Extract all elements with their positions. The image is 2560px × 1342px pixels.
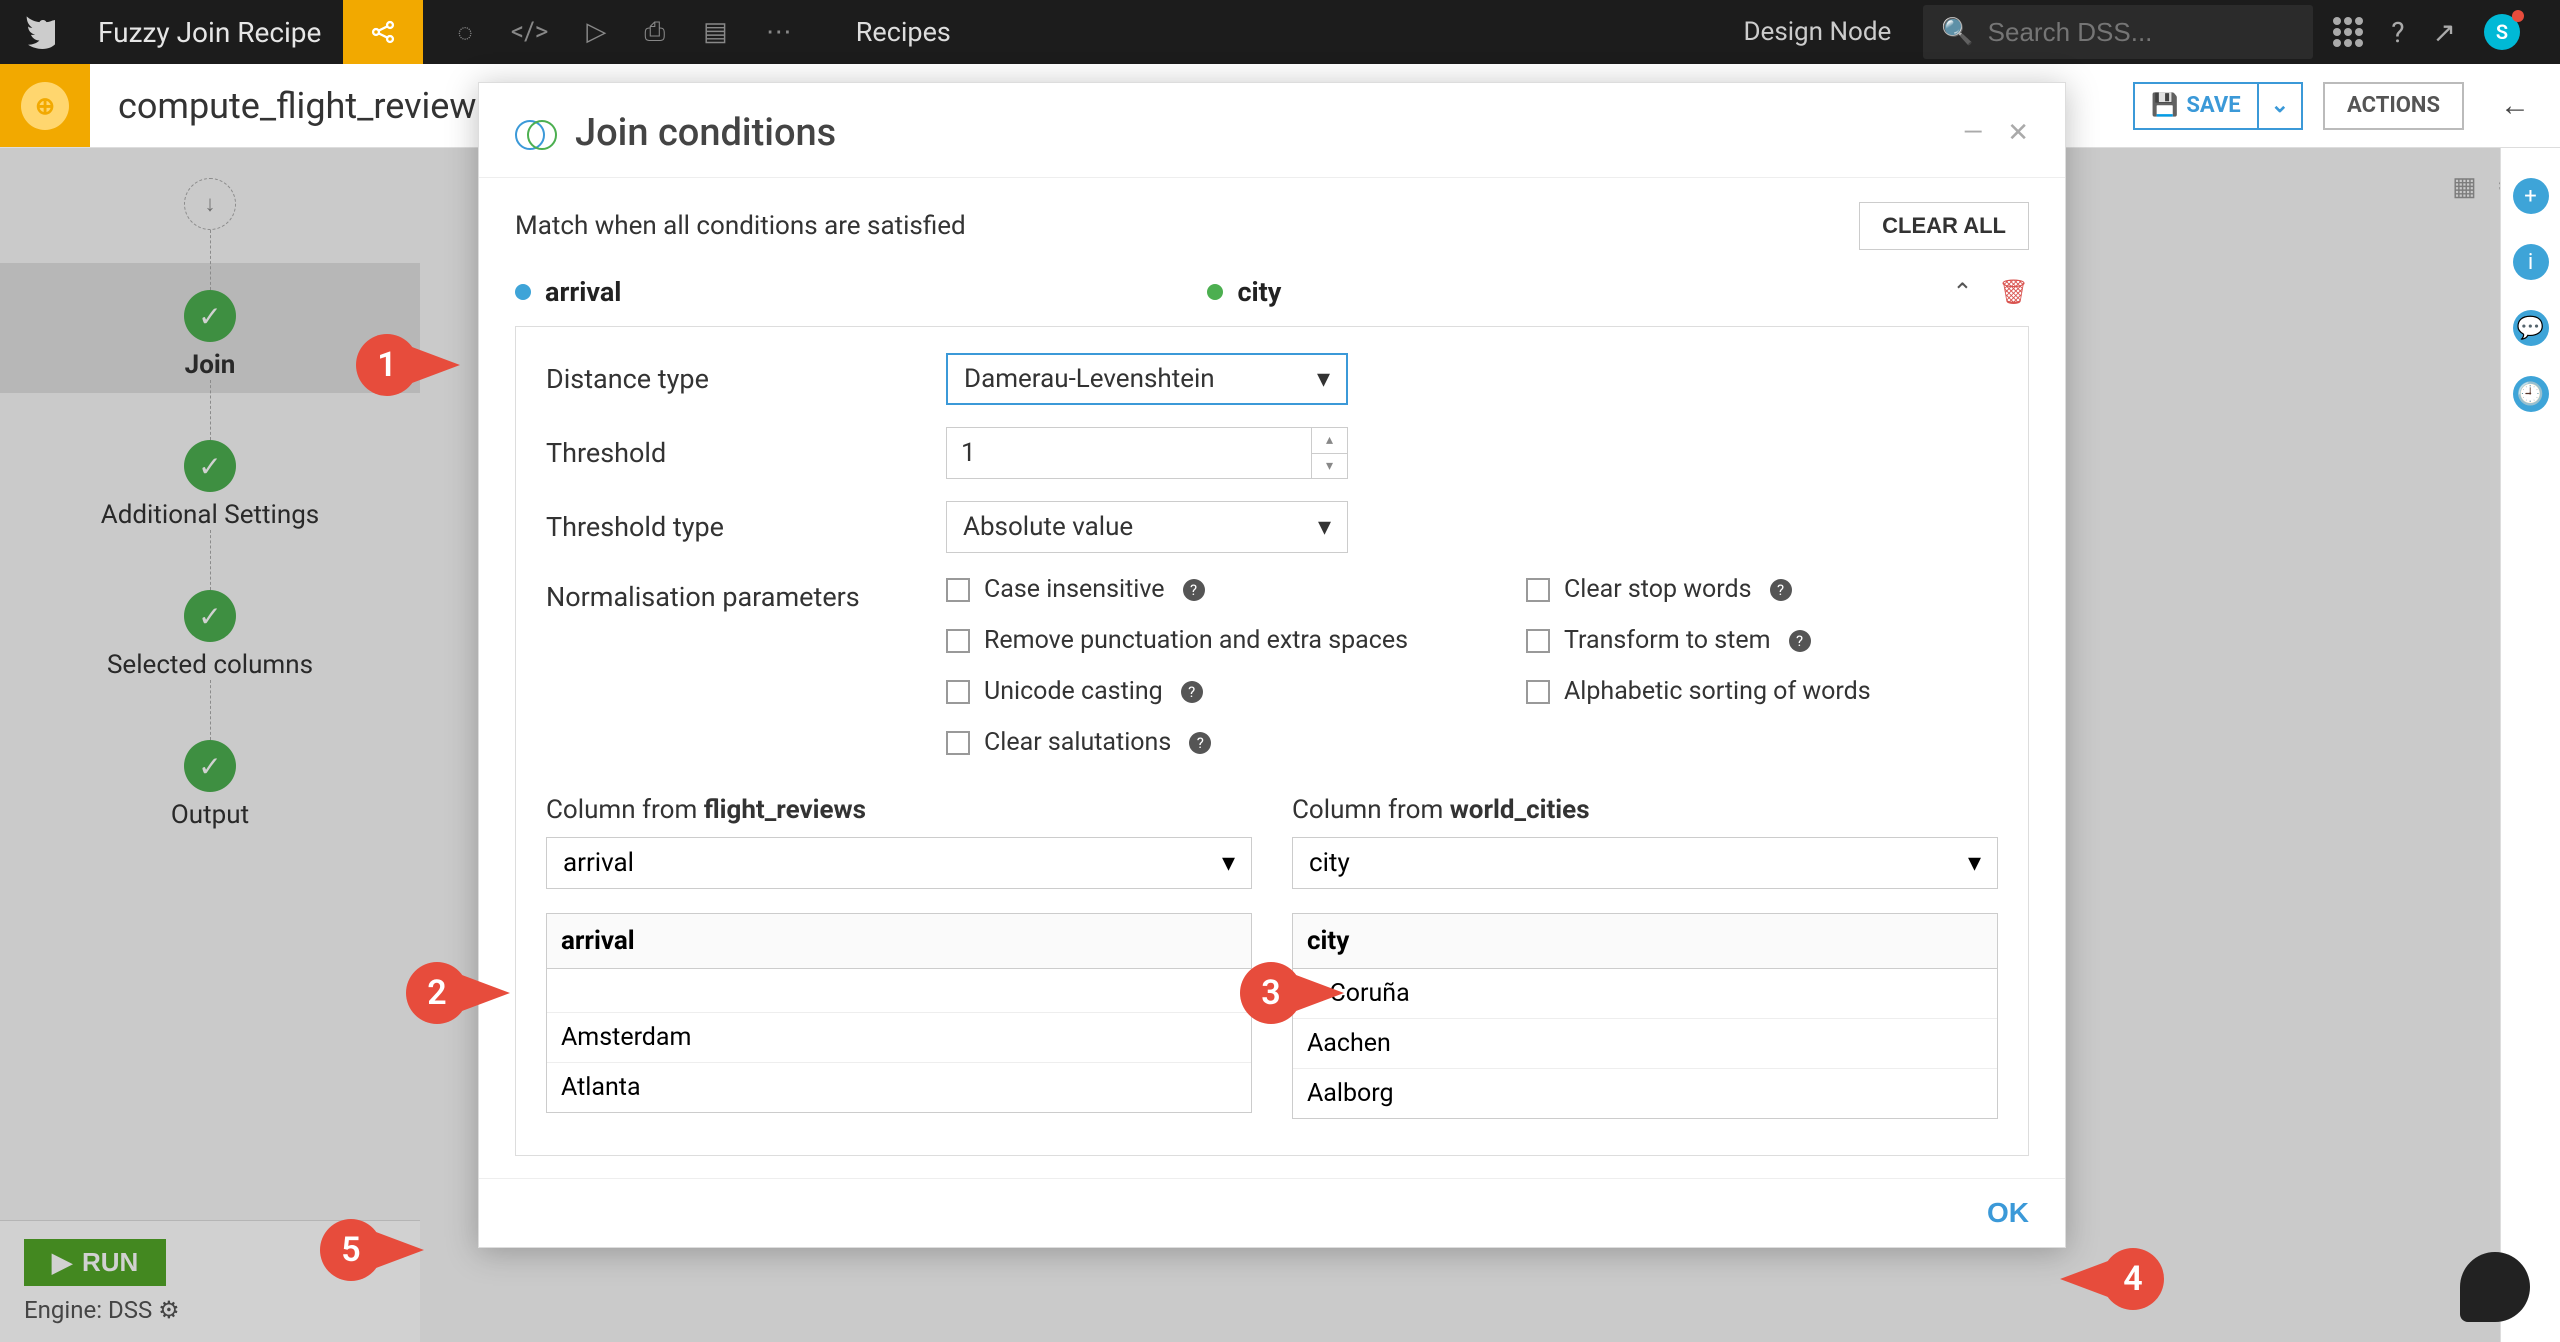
table-row: Amsterdam: [547, 1013, 1251, 1063]
rail-chat-icon[interactable]: 💬: [2513, 310, 2549, 346]
user-avatar[interactable]: S: [2484, 14, 2520, 50]
clear-all-button[interactable]: CLEAR ALL: [1859, 202, 2029, 250]
chevron-down-icon: ▾: [1317, 364, 1330, 394]
delete-condition-icon[interactable]: 🗑: [1999, 278, 2029, 306]
modal-footer: OK: [479, 1178, 2065, 1247]
search-box[interactable]: 🔍: [1923, 5, 2313, 59]
print-icon[interactable]: ⎙: [644, 17, 665, 48]
check-unicode-casting[interactable]: Unicode casting?: [946, 677, 1526, 706]
distance-type-select[interactable]: Damerau-Levenshtein ▾: [946, 353, 1348, 405]
distance-type-label: Distance type: [546, 363, 946, 395]
help-icon[interactable]: ?: [2391, 16, 2404, 49]
modal-title: Join conditions: [575, 111, 836, 155]
condition-detail-box: Distance type Damerau-Levenshtein ▾ Thre…: [515, 326, 2029, 1156]
trend-icon[interactable]: ↗: [2433, 16, 2456, 49]
check-remove-punctuation[interactable]: Remove punctuation and extra spaces: [946, 626, 1526, 655]
check-clear-stop-words[interactable]: Clear stop words?: [1526, 575, 1986, 604]
left-dataset-dot-icon: [515, 284, 531, 300]
left-column-select[interactable]: arrival▾: [546, 837, 1252, 889]
play-icon[interactable]: ▷: [586, 17, 606, 47]
check-transform-stem[interactable]: Transform to stem?: [1526, 626, 1986, 655]
venn-icon: [515, 120, 555, 146]
save-dropdown-icon[interactable]: ⌄: [2257, 84, 2301, 128]
left-preview-header: arrival: [547, 914, 1251, 969]
actions-button[interactable]: ACTIONS: [2323, 82, 2464, 130]
join-conditions-modal: Join conditions — ✕ Match when all condi…: [478, 82, 2066, 1248]
save-icon: 💾: [2151, 93, 2178, 118]
right-column-name: city: [1237, 276, 1281, 308]
recipe-name: Fuzzy Join Recipe: [76, 16, 343, 49]
top-bar: Fuzzy Join Recipe ◌ </> ▷ ⎙ ▤ ⋯ Recipes …: [0, 0, 2560, 64]
minimize-icon[interactable]: —: [1963, 118, 1983, 148]
recipe-title: compute_flight_review: [90, 85, 476, 127]
toolbar-icons: ◌ </> ▷ ⎙ ▤ ⋯: [423, 0, 825, 64]
normalisation-label: Normalisation parameters: [546, 575, 946, 613]
help-tooltip-icon[interactable]: ?: [1789, 630, 1811, 652]
table-row: [547, 969, 1251, 1013]
left-column-picker: Column from flight_reviews arrival▾ arri…: [546, 795, 1252, 1119]
threshold-label: Threshold: [546, 437, 946, 469]
annotation-4: 4: [2060, 1248, 2164, 1310]
annotation-2: 2: [406, 962, 510, 1024]
threshold-input[interactable]: 1 ▴▾: [946, 427, 1348, 479]
annotation-1: 1: [356, 334, 460, 396]
help-tooltip-icon[interactable]: ?: [1770, 579, 1792, 601]
help-tooltip-icon[interactable]: ?: [1189, 732, 1211, 754]
ok-button[interactable]: OK: [1987, 1197, 2029, 1229]
more-icon[interactable]: ⋯: [766, 17, 792, 47]
collapse-icon[interactable]: ⌃: [1952, 278, 1972, 306]
top-left: Fuzzy Join Recipe ◌ </> ▷ ⎙ ▤ ⋯ Recipes: [0, 0, 951, 64]
refresh-icon[interactable]: ◌: [457, 17, 472, 48]
topbar-right-icons: ? ↗ S: [2313, 14, 2540, 50]
rail-add-icon[interactable]: +: [2513, 178, 2549, 214]
intercom-chat-icon[interactable]: [2460, 1252, 2530, 1322]
help-tooltip-icon[interactable]: ?: [1183, 579, 1205, 601]
check-alphabetic-sort[interactable]: Alphabetic sorting of words: [1526, 677, 1986, 706]
search-icon: 🔍: [1941, 17, 1973, 47]
rail-history-icon[interactable]: 🕘: [2513, 376, 2549, 412]
apps-icon[interactable]: [2333, 17, 2363, 47]
top-right: Design Node 🔍 ? ↗ S: [1711, 0, 2560, 64]
rail-info-icon[interactable]: i: [2513, 244, 2549, 280]
help-tooltip-icon[interactable]: ?: [1181, 681, 1203, 703]
save-button[interactable]: 💾SAVE ⌄: [2133, 82, 2303, 130]
code-icon[interactable]: </>: [511, 17, 549, 47]
header-actions: 💾SAVE ⌄ ACTIONS ←: [2133, 82, 2560, 130]
search-input[interactable]: [1988, 17, 2323, 48]
recipe-type-icon: ⊕: [0, 64, 90, 147]
right-column-picker: Column from world_cities city▾ city A Co…: [1292, 795, 1998, 1119]
right-column-select[interactable]: city▾: [1292, 837, 1998, 889]
left-column-name: arrival: [545, 276, 621, 308]
back-arrow-icon[interactable]: ←: [2484, 88, 2530, 123]
design-node-label[interactable]: Design Node: [1711, 17, 1923, 47]
right-rail: + i 💬 🕘: [2500, 148, 2560, 1342]
normalisation-options: Case insensitive? Clear stop words? Remo…: [946, 575, 1986, 757]
stepper-down-icon[interactable]: ▾: [1312, 454, 1347, 479]
threshold-type-label: Threshold type: [546, 511, 946, 543]
table-icon[interactable]: ▤: [703, 17, 728, 47]
stepper-up-icon[interactable]: ▴: [1312, 428, 1347, 454]
right-preview-header: city: [1293, 914, 1997, 969]
chevron-down-icon: ▾: [1968, 848, 1981, 878]
close-icon[interactable]: ✕: [2007, 118, 2029, 148]
table-row: Aachen: [1293, 1019, 1997, 1069]
logo-icon[interactable]: [0, 0, 76, 64]
recipes-breadcrumb[interactable]: Recipes: [856, 16, 951, 48]
match-condition-text: Match when all conditions are satisfied: [515, 211, 966, 241]
condition-header-row: arrival city ⌃ 🗑: [515, 276, 2029, 308]
table-row: Atlanta: [547, 1063, 1251, 1112]
annotation-5: 5: [320, 1219, 424, 1281]
share-icon[interactable]: [343, 0, 423, 64]
threshold-type-select[interactable]: Absolute value ▾: [946, 501, 1348, 553]
table-row: Aalborg: [1293, 1069, 1997, 1118]
check-case-insensitive[interactable]: Case insensitive?: [946, 575, 1526, 604]
chevron-down-icon: ▾: [1222, 848, 1235, 878]
annotation-3: 3: [1240, 962, 1344, 1024]
modal-header: Join conditions — ✕: [479, 83, 2065, 178]
chevron-down-icon: ▾: [1318, 512, 1331, 542]
right-dataset-dot-icon: [1207, 284, 1223, 300]
table-row: A Coruña: [1293, 969, 1997, 1019]
check-clear-salutations[interactable]: Clear salutations?: [946, 728, 1526, 757]
